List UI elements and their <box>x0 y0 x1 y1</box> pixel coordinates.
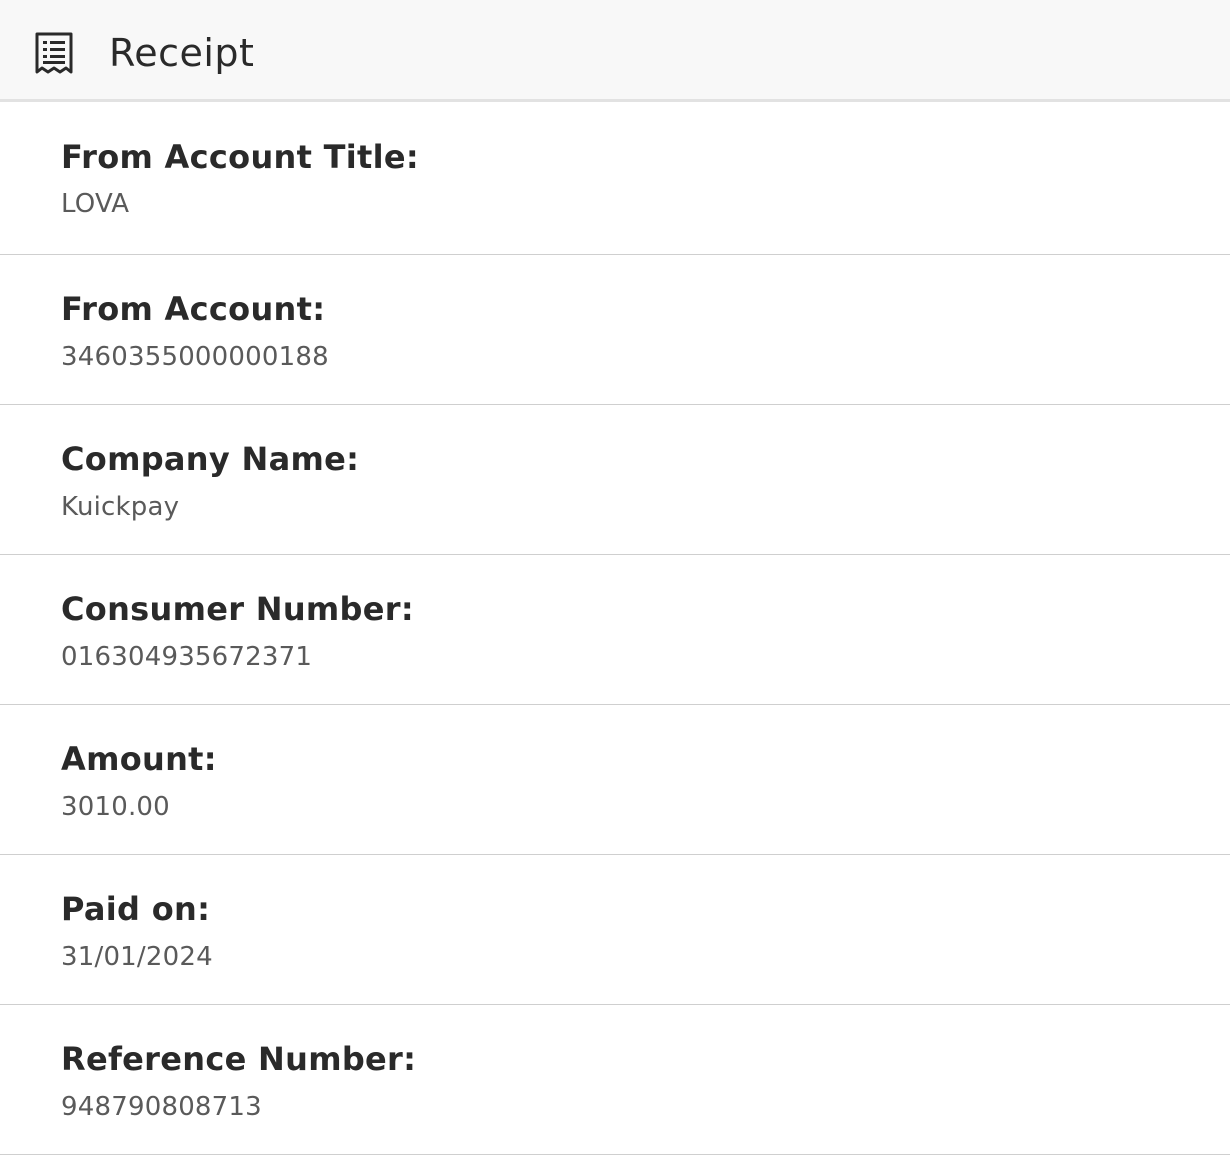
field-label: Consumer Number: <box>61 590 414 628</box>
field-value: LOVA <box>61 189 130 219</box>
page-title: Receipt <box>109 31 255 75</box>
field-value: 31/01/2024 <box>61 942 213 972</box>
field-label: Company Name: <box>61 440 360 478</box>
field-from-account: From Account: 3460355000000188 <box>0 255 1230 405</box>
field-value: 3460355000000188 <box>61 342 329 372</box>
receipt-header: Receipt <box>0 0 1230 102</box>
field-value: 3010.00 <box>61 792 170 822</box>
field-reference-number: Reference Number: 948790808713 <box>0 1005 1230 1155</box>
field-value: Kuickpay <box>61 492 180 522</box>
field-consumer-number: Consumer Number: 016304935672371 <box>0 555 1230 705</box>
receipt-details: From Account Title: LOVA From Account: 3… <box>0 102 1230 1155</box>
field-value: 948790808713 <box>61 1092 262 1122</box>
field-value: 016304935672371 <box>61 642 313 672</box>
field-label: From Account: <box>61 290 326 328</box>
field-amount: Amount: 3010.00 <box>0 705 1230 855</box>
field-paid-on: Paid on: 31/01/2024 <box>0 855 1230 1005</box>
field-label: Paid on: <box>61 890 211 928</box>
field-label: Reference Number: <box>61 1040 417 1078</box>
field-label: Amount: <box>61 740 217 778</box>
field-label: From Account Title: <box>61 138 420 176</box>
field-from-account-title: From Account Title: LOVA <box>0 102 1230 255</box>
receipt-icon <box>34 32 74 76</box>
field-company-name: Company Name: Kuickpay <box>0 405 1230 555</box>
